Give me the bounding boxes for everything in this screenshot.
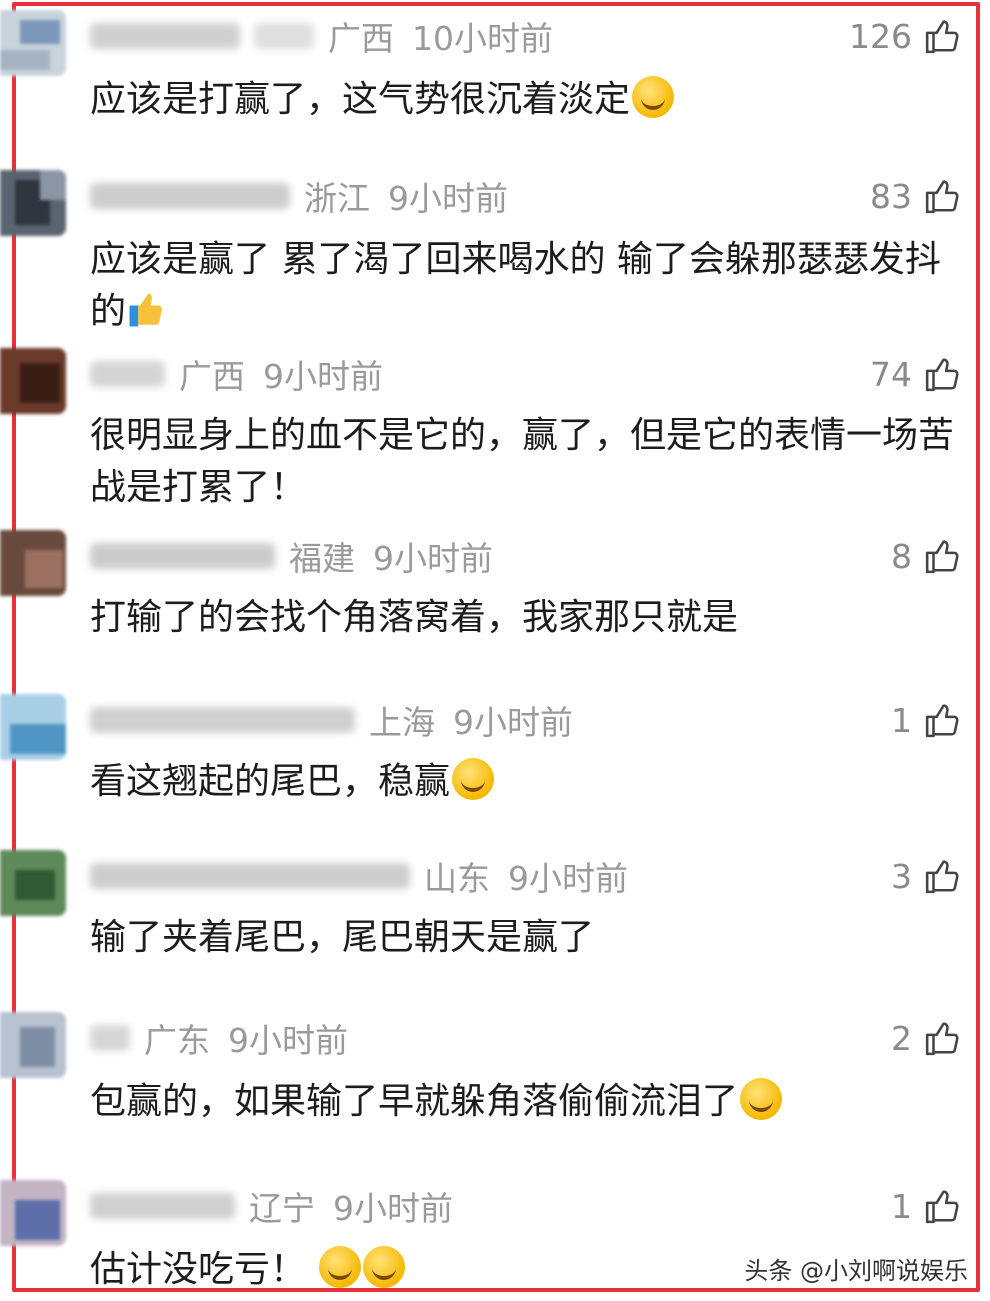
comment-location: 山东: [424, 859, 490, 898]
like-count: 126: [849, 16, 912, 56]
thumbs-up-icon[interactable]: [924, 177, 962, 215]
like-button[interactable]: 2: [891, 1012, 962, 1064]
thumbs-up-emoji: [126, 288, 168, 330]
sob-emoji: [740, 1078, 783, 1120]
comment-time: 9小时前: [388, 179, 508, 218]
like-count: 74: [870, 354, 912, 394]
like-button[interactable]: 1: [891, 694, 962, 746]
comment-location: 广西: [179, 357, 245, 396]
comment-text: 很明显身上的血不是它的，赢了，但是它的表情一场苦战是打累了！: [90, 415, 955, 508]
sob-emoji: [319, 1246, 362, 1288]
like-button[interactable]: 74: [870, 348, 962, 400]
comment-text: 看这翘起的尾巴，稳赢: [90, 756, 970, 808]
comment-time: 9小时前: [453, 703, 573, 742]
like-button[interactable]: 83: [870, 170, 962, 222]
comment-text: 输了夹着尾巴，尾巴朝天是赢了: [90, 917, 595, 958]
user-avatar[interactable]: [0, 530, 66, 596]
comment-text: 应该是赢了 累了渴了回来喝水的 输了会躲那瑟瑟发抖的: [90, 239, 941, 332]
comment-text: 打输了的会找个角落窝着，我家那只就是: [90, 597, 739, 638]
comment-text: 包赢的，如果输了早就躲角落偷偷流泪了: [90, 1076, 970, 1128]
user-avatar[interactable]: [0, 348, 66, 414]
like-count: 8: [891, 536, 912, 576]
like-count: 3: [891, 856, 912, 896]
like-count: 1: [891, 700, 912, 740]
comment-location: 广西: [328, 19, 394, 58]
user-avatar[interactable]: [0, 10, 66, 76]
thumbs-up-icon[interactable]: [924, 355, 962, 393]
username-blurred[interactable]: [90, 183, 290, 209]
username-blurred: [254, 23, 314, 49]
like-button[interactable]: 126: [849, 10, 962, 62]
thumbs-up-icon[interactable]: [924, 701, 962, 739]
comment-location: 上海: [369, 703, 435, 742]
comment-location: 广东: [144, 1021, 210, 1060]
sob-emoji: [632, 76, 675, 118]
username-blurred[interactable]: [90, 1193, 235, 1219]
user-avatar[interactable]: [0, 1180, 66, 1246]
username-blurred[interactable]: [90, 543, 275, 569]
comment-time: 9小时前: [373, 539, 493, 578]
username-blurred[interactable]: [90, 23, 240, 49]
comment-text: 应该是打赢了，这气势很沉着淡定: [90, 74, 970, 126]
like-count: 2: [891, 1018, 912, 1058]
comment-time: 9小时前: [263, 357, 383, 396]
sob-emoji: [363, 1246, 406, 1288]
username-blurred[interactable]: [90, 863, 410, 889]
like-count: 1: [891, 1186, 912, 1226]
user-avatar[interactable]: [0, 1012, 66, 1078]
thumbs-up-icon[interactable]: [924, 857, 962, 895]
user-avatar[interactable]: [0, 694, 66, 760]
thumbs-up-icon[interactable]: [924, 1187, 962, 1225]
thumbs-up-icon[interactable]: [924, 537, 962, 575]
comment-location: 辽宁: [249, 1189, 315, 1228]
comment-time: 9小时前: [228, 1021, 348, 1060]
like-button[interactable]: 3: [891, 850, 962, 902]
comment-time: 10小时前: [412, 19, 553, 58]
comment-location: 福建: [289, 539, 355, 578]
comment-time: 9小时前: [333, 1189, 453, 1228]
like-button[interactable]: 1: [891, 1180, 962, 1232]
comment-time: 9小时前: [508, 859, 628, 898]
like-button[interactable]: 8: [891, 530, 962, 582]
like-count: 83: [870, 176, 912, 216]
username-blurred[interactable]: [90, 707, 355, 733]
thumbs-up-icon[interactable]: [924, 17, 962, 55]
grin-emoji: [452, 758, 495, 800]
thumbs-up-icon[interactable]: [924, 1019, 962, 1057]
username-blurred[interactable]: [90, 1025, 130, 1051]
username-blurred[interactable]: [90, 361, 165, 387]
user-avatar[interactable]: [0, 850, 66, 916]
watermark-text: 头条 @小刘啊说娱乐: [744, 1257, 968, 1285]
user-avatar[interactable]: [0, 170, 66, 236]
comment-location: 浙江: [304, 179, 370, 218]
